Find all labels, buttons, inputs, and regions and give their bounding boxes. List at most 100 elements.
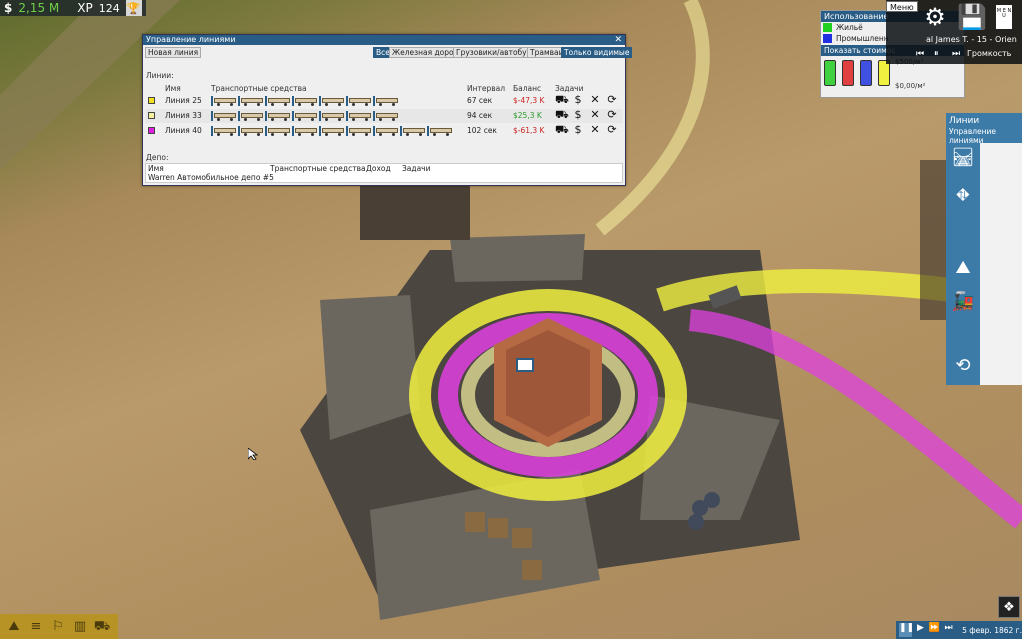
- depot-table: Имя Транспортные средства Доход Задачи W…: [145, 163, 623, 183]
- bus-icon[interactable]: [427, 125, 453, 136]
- vehicle-list: [211, 95, 399, 106]
- bus-icon[interactable]: [265, 125, 291, 136]
- line-color-swatch: [148, 97, 155, 104]
- filter-visible-only[interactable]: Только видимые: [561, 47, 633, 58]
- depot-row-name[interactable]: Warren Автомобильное депо #5: [148, 173, 274, 182]
- bus-icon[interactable]: [400, 125, 426, 136]
- currency-symbol: $: [4, 1, 13, 15]
- legend-swatch: [823, 34, 832, 43]
- add-vehicle-icon[interactable]: ⛟: [555, 124, 569, 136]
- bus-icon[interactable]: [373, 95, 399, 106]
- line-tasks: ⛟ $ ✕ ⟳: [555, 94, 618, 106]
- close-icon[interactable]: ✕: [614, 35, 622, 45]
- bus-icon[interactable]: [211, 110, 237, 121]
- railway-icon[interactable]: 🛤: [950, 145, 976, 171]
- delete-icon[interactable]: ✕: [589, 109, 601, 121]
- pause-icon[interactable]: ❚❚: [899, 623, 914, 637]
- refresh-icon[interactable]: ⟳: [606, 94, 618, 106]
- lines-icon[interactable]: ⟲: [950, 353, 976, 379]
- window-toolbar: Новая линия Все Железная дорога Грузовик…: [143, 47, 633, 61]
- menu-icon[interactable]: M E N U: [996, 5, 1012, 29]
- dollar-icon[interactable]: $: [572, 124, 584, 136]
- volume-label[interactable]: Громкость: [967, 49, 1011, 58]
- gear-icon[interactable]: ⚙: [922, 4, 948, 30]
- fast-forward-icon[interactable]: ⏩: [929, 623, 940, 637]
- fastest-forward-icon[interactable]: ⏭: [943, 623, 954, 637]
- bus-icon[interactable]: [292, 110, 318, 121]
- depot-col-name: Имя: [148, 164, 164, 173]
- bus-stop-icon[interactable]: [516, 358, 534, 372]
- lines-label: Линии:: [146, 71, 174, 80]
- sidebar-title: Линии: [949, 116, 980, 126]
- previous-track-icon[interactable]: ⏮: [916, 49, 924, 59]
- add-vehicle-icon[interactable]: ⛟: [555, 94, 569, 106]
- new-line-button[interactable]: Новая линия: [145, 47, 202, 58]
- delete-icon[interactable]: ✕: [589, 94, 601, 106]
- bus-icon[interactable]: [319, 125, 345, 136]
- sidebar-subtitle[interactable]: Управление линиями: [946, 127, 1022, 145]
- line-balance: $-47,3 K: [513, 96, 545, 105]
- add-vehicle-icon[interactable]: ⛟: [555, 109, 569, 121]
- legend-bar: [824, 60, 836, 86]
- bus-icon[interactable]: [292, 125, 318, 136]
- bus-icon[interactable]: [238, 95, 264, 106]
- terrain-tool-icon[interactable]: ⛰: [5, 619, 23, 635]
- depot-col-tasks: Задачи: [402, 164, 431, 173]
- col-name: Имя: [165, 84, 181, 93]
- vehicle-list: [211, 125, 453, 136]
- bus-icon[interactable]: [346, 95, 372, 106]
- bus-icon[interactable]: [211, 95, 237, 106]
- line-name: Линия 40: [165, 126, 202, 135]
- col-tasks: Задачи: [555, 84, 584, 93]
- bus-icon[interactable]: [319, 110, 345, 121]
- bus-icon[interactable]: [346, 125, 372, 136]
- lines-sidebar: Линии Управление линиями 🛤 ⛖ ⛰ 🚂 ⟲: [946, 113, 1022, 385]
- line-name: Линия 33: [165, 111, 202, 120]
- bus-icon[interactable]: [211, 125, 237, 136]
- bus-icon[interactable]: [373, 110, 399, 121]
- dollar-icon[interactable]: $: [572, 94, 584, 106]
- trophy-icon[interactable]: 🏆: [125, 0, 142, 16]
- legend-value-low: $0,00/м²: [895, 82, 926, 90]
- bus-icon[interactable]: [292, 95, 318, 106]
- refresh-icon[interactable]: ⟳: [606, 109, 618, 121]
- terrain-icon[interactable]: ⛰: [950, 255, 976, 281]
- line-row[interactable]: Линия 40 102 сек $-61,3 K ⛟ $ ✕ ⟳: [145, 124, 623, 138]
- road-tool-icon[interactable]: ≡: [27, 619, 45, 635]
- line-color-swatch: [148, 127, 155, 134]
- legend-bar: [842, 60, 854, 86]
- bus-icon[interactable]: [319, 95, 345, 106]
- menu-tooltip: Меню: [886, 1, 918, 12]
- train-icon[interactable]: 🚂: [950, 289, 976, 315]
- bus-icon[interactable]: [346, 110, 372, 121]
- line-color-swatch: [148, 112, 155, 119]
- delete-icon[interactable]: ✕: [589, 124, 601, 136]
- line-tasks: ⛟ $ ✕ ⟳: [555, 109, 618, 121]
- line-interval: 94 сек: [467, 111, 493, 120]
- line-row[interactable]: Линия 33 94 сек $25,3 K ⛟ $ ✕ ⟳: [145, 109, 623, 123]
- bus-icon[interactable]: [265, 110, 291, 121]
- next-track-icon[interactable]: ⏭: [952, 49, 960, 59]
- window-title-bar[interactable]: Управление линиями ✕: [143, 35, 625, 45]
- depots-label: Депо:: [146, 153, 169, 162]
- dollar-icon[interactable]: $: [572, 109, 584, 121]
- mouse-cursor-icon: [248, 448, 258, 460]
- bulldozer-icon[interactable]: ⛟: [93, 619, 111, 635]
- bus-icon[interactable]: [238, 110, 264, 121]
- refresh-icon[interactable]: ⟳: [606, 124, 618, 136]
- signal-tool-icon[interactable]: ⚐: [49, 619, 67, 635]
- save-icon[interactable]: 💾: [957, 4, 987, 30]
- bus-icon[interactable]: [373, 125, 399, 136]
- line-row[interactable]: Линия 25 67 сек $-47,3 K ⛟ $ ✕ ⟳: [145, 94, 623, 108]
- pause-music-icon[interactable]: ⏸: [934, 49, 939, 59]
- time-controls: ❚❚ ▶ ⏩ ⏭ 5 февр. 1862 г.: [896, 621, 1022, 639]
- layers-icon[interactable]: ❖: [998, 596, 1020, 618]
- building: [360, 180, 470, 240]
- road-icon[interactable]: ⛖: [950, 183, 976, 209]
- bus-icon[interactable]: [265, 95, 291, 106]
- line-balance: $25,3 K: [513, 111, 542, 120]
- window-title: Управление линиями: [146, 35, 236, 44]
- city-tool-icon[interactable]: ▥: [71, 619, 89, 635]
- bus-icon[interactable]: [238, 125, 264, 136]
- play-icon[interactable]: ▶: [915, 623, 926, 637]
